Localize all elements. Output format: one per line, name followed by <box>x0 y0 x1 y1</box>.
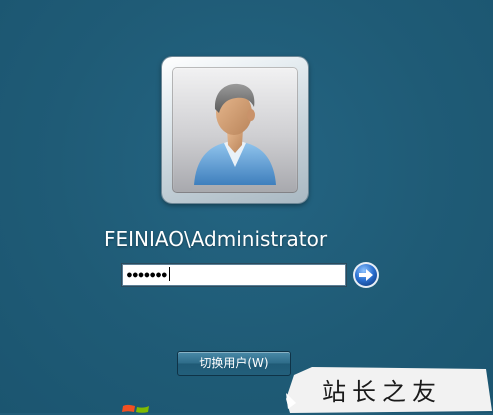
login-screen: FEINIAO\Administrator ●●●●●●● 切换用户(W) 站长… <box>0 0 493 413</box>
password-value: ●●●●●●● <box>127 270 168 279</box>
username-label: FEINIAO\Administrator <box>104 227 328 251</box>
submit-arrow-button[interactable] <box>352 261 380 289</box>
switch-user-button[interactable]: 切换用户(W) <box>177 351 291 376</box>
watermark-logo: 站长之友 <box>286 363 493 415</box>
user-avatar-icon <box>172 67 298 193</box>
text-caret <box>168 266 170 281</box>
watermark-text: 站长之友 <box>322 378 442 406</box>
windows-logo-icon <box>119 402 155 413</box>
password-field[interactable]: ●●●●●●● <box>121 263 347 287</box>
user-tile-frame <box>162 57 308 203</box>
arrow-right-icon <box>353 262 379 288</box>
